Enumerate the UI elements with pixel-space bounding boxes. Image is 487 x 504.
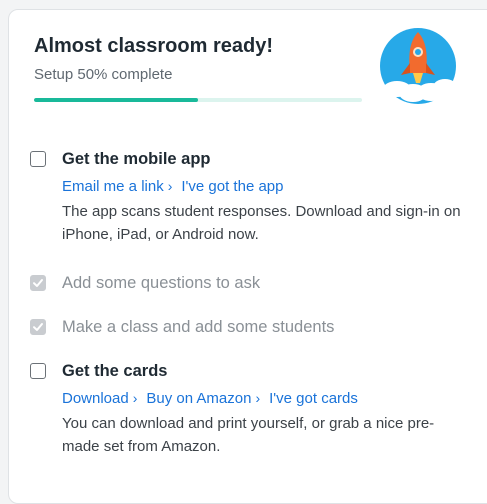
- checkbox[interactable]: [30, 363, 46, 379]
- chevron-right-icon: ›: [167, 178, 173, 194]
- download-link[interactable]: Download: [62, 390, 129, 407]
- task-title: Get the cards: [62, 362, 168, 380]
- progress-bar: [34, 98, 362, 102]
- checkbox-checked[interactable]: [30, 275, 46, 291]
- checkmark-icon: [33, 279, 43, 287]
- task-links: Download › Buy on Amazon › I've got cards: [62, 388, 358, 409]
- page-title: Almost classroom ready!: [34, 35, 273, 57]
- checkmark-icon: [33, 323, 43, 331]
- email-me-a-link-link[interactable]: Email me a link: [62, 178, 164, 195]
- buy-on-amazon-link[interactable]: Buy on Amazon: [146, 390, 251, 407]
- checkbox[interactable]: [30, 151, 46, 167]
- rocket-icon: [380, 28, 457, 104]
- task-title: Add some questions to ask: [62, 274, 261, 292]
- progress-bar-fill: [34, 98, 198, 102]
- task-title: Make a class and add some students: [62, 318, 335, 336]
- progress-label: Setup 50% complete: [34, 66, 173, 83]
- task-links: Email me a link › I've got the app: [62, 176, 283, 197]
- task-description: The app scans student responses. Downloa…: [62, 203, 461, 243]
- got-cards-link[interactable]: I've got cards: [269, 390, 358, 407]
- chevron-right-icon: ›: [132, 390, 138, 406]
- checkbox-checked[interactable]: [30, 319, 46, 335]
- chevron-right-icon: ›: [255, 390, 261, 406]
- task-description: You can download and print yourself, or …: [62, 415, 435, 455]
- got-the-app-link[interactable]: I've got the app: [181, 178, 283, 195]
- task-title: Get the mobile app: [62, 150, 211, 168]
